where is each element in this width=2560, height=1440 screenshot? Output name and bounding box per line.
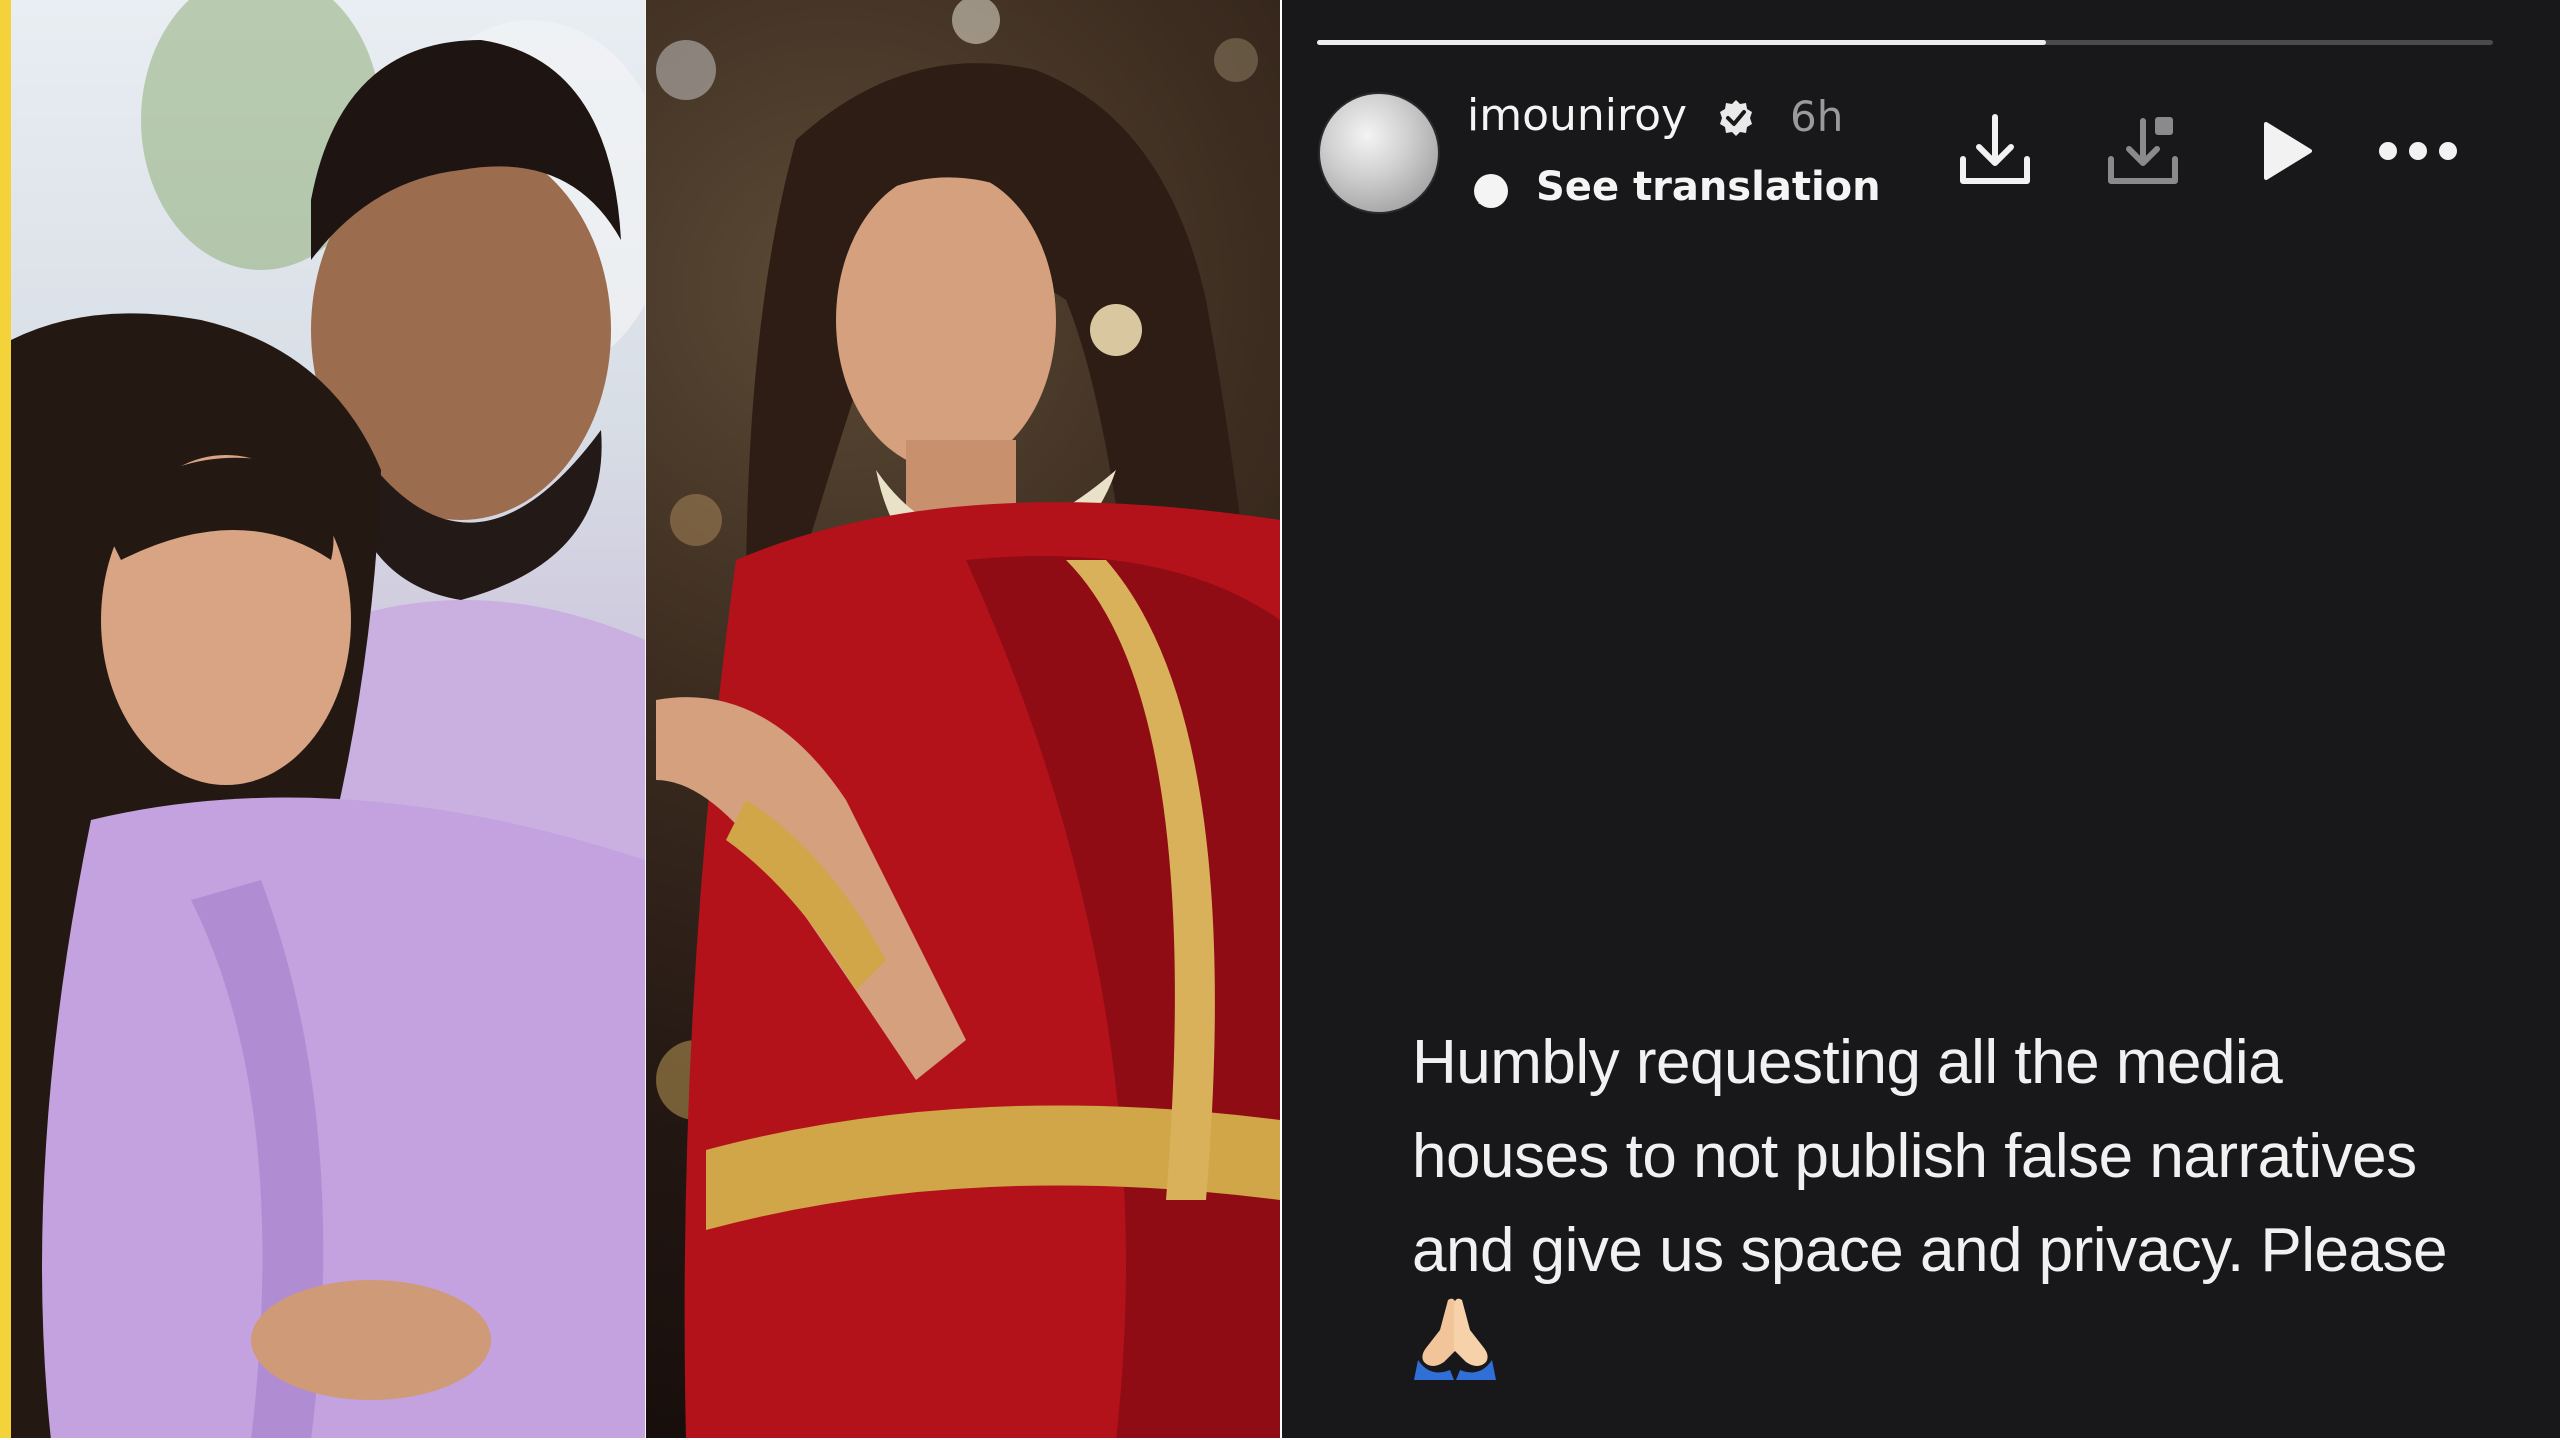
couple-photo [11, 0, 645, 1440]
save-download-icon [2108, 117, 2178, 184]
couple-photo-illustration [11, 0, 645, 1440]
story-text: Humbly requesting all the media houses t… [1412, 1028, 2448, 1285]
story-progress-bar [1317, 40, 2493, 45]
play-button[interactable] [2242, 108, 2328, 194]
save-to-device-button[interactable] [2100, 108, 2186, 194]
verified-badge-icon [1716, 98, 1756, 138]
accent-strip [0, 0, 11, 1440]
translate-icon [1472, 172, 1510, 210]
saree-photo-illustration [656, 0, 1280, 1440]
username[interactable]: imouniroy [1467, 90, 1687, 141]
story-timestamp: 6h [1790, 92, 1844, 141]
play-icon [2264, 122, 2312, 180]
more-options-button[interactable] [2375, 108, 2461, 194]
more-dots-icon [2379, 142, 2457, 160]
story-progress-fill [1317, 40, 2047, 45]
see-translation-link[interactable]: See translation [1536, 164, 1881, 210]
avatar[interactable] [1318, 92, 1440, 214]
story-viewer: imouniroy 6h See translation Humbly requ… [1282, 0, 2560, 1438]
saree-photo [646, 0, 1280, 1440]
folded-hands-icon [1410, 1290, 1500, 1380]
download-icon [1960, 114, 2030, 184]
download-button[interactable] [1952, 108, 2038, 194]
